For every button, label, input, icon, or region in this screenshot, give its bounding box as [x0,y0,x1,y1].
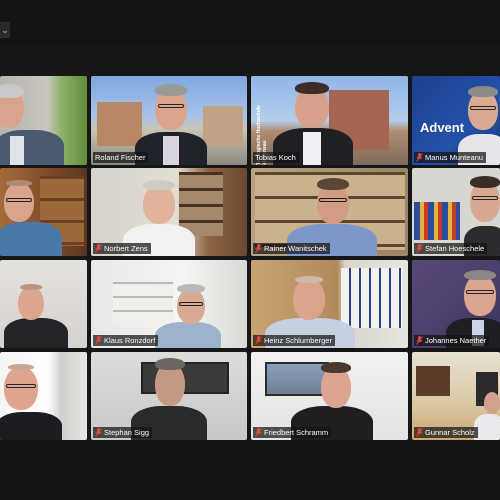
participant-name-label: Roland Fischer [93,152,149,163]
participant-name-label: Heinz Schlumberger [253,335,335,346]
participant-name: Heinz Schlumberger [264,336,332,345]
participant-tile[interactable] [0,76,87,165]
participant-tile[interactable]: Johannes Naether [412,260,500,348]
participant-tile[interactable] [0,260,87,348]
menu-button[interactable]: ⌄ [0,22,10,38]
participant-tile[interactable]: Roland Fischer [91,76,247,165]
background-banner-text: Advent [420,120,465,135]
participant-name: Friedbert Schramm [264,428,329,437]
participant-tile-active-speaker[interactable]: Theologische Hochschule Friedensau Tobia… [251,76,408,165]
participant-tile[interactable]: Gunnar Scholz [412,352,500,440]
participant-tile[interactable] [0,352,87,440]
participant-tile[interactable]: Advent Manus Munteanu [412,76,500,165]
participant-name: Rainer Wanitschek [264,244,327,253]
participant-name: Manus Munteanu [425,153,483,162]
participant-name-label: Rainer Wanitschek [253,243,330,254]
participant-name-label: Tobias Koch [253,152,299,163]
participant-tile[interactable]: Klaus Ronzdorf [91,260,247,348]
participant-name: Stephan Sigg [104,428,150,437]
video-grid: Roland Fischer Theologische Hochschule F… [0,74,500,442]
participant-name: Klaus Ronzdorf [104,336,156,345]
participant-name: Johannes Naether [425,336,487,345]
participant-name: Gunnar Scholz [425,428,475,437]
participant-name-label: Stephan Sigg [93,427,153,438]
participant-name-label: Friedbert Schramm [253,427,332,438]
participant-name-label: Klaus Ronzdorf [93,335,159,346]
participant-name-label: Johannes Naether [414,335,490,346]
participant-name-label: Gunnar Scholz [414,427,478,438]
participant-tile[interactable]: Friedbert Schramm [251,352,408,440]
participant-name: Roland Fischer [95,153,146,162]
participant-name-label: Stefan Hoeschele [414,243,488,254]
mic-muted-icon [255,428,262,437]
top-bar: ⌄ [0,0,500,44]
participant-name: Stefan Hoeschele [425,244,485,253]
participant-tile[interactable]: Rainer Wanitschek [251,168,408,256]
participant-tile[interactable]: Stephan Sigg [91,352,247,440]
mic-muted-icon [255,244,262,253]
bottom-bar [0,442,500,500]
mic-muted-icon [95,428,102,437]
mic-muted-icon [255,336,262,345]
participant-tile[interactable] [0,168,87,256]
participant-tile[interactable]: Norbert Zens [91,168,247,256]
chevron-down-icon: ⌄ [1,25,9,35]
participant-name-label: Manus Munteanu [414,152,486,163]
mic-muted-icon [95,336,102,345]
mic-muted-icon [416,336,423,345]
participant-tile[interactable]: Stefan Hoeschele [412,168,500,256]
participant-name: Norbert Zens [104,244,148,253]
participant-name: Tobias Koch [255,153,296,162]
mic-muted-icon [416,153,423,162]
participant-tile[interactable]: Heinz Schlumberger [251,260,408,348]
mic-muted-icon [416,244,423,253]
mic-muted-icon [95,244,102,253]
mic-muted-icon [416,428,423,437]
participant-name-label: Norbert Zens [93,243,151,254]
